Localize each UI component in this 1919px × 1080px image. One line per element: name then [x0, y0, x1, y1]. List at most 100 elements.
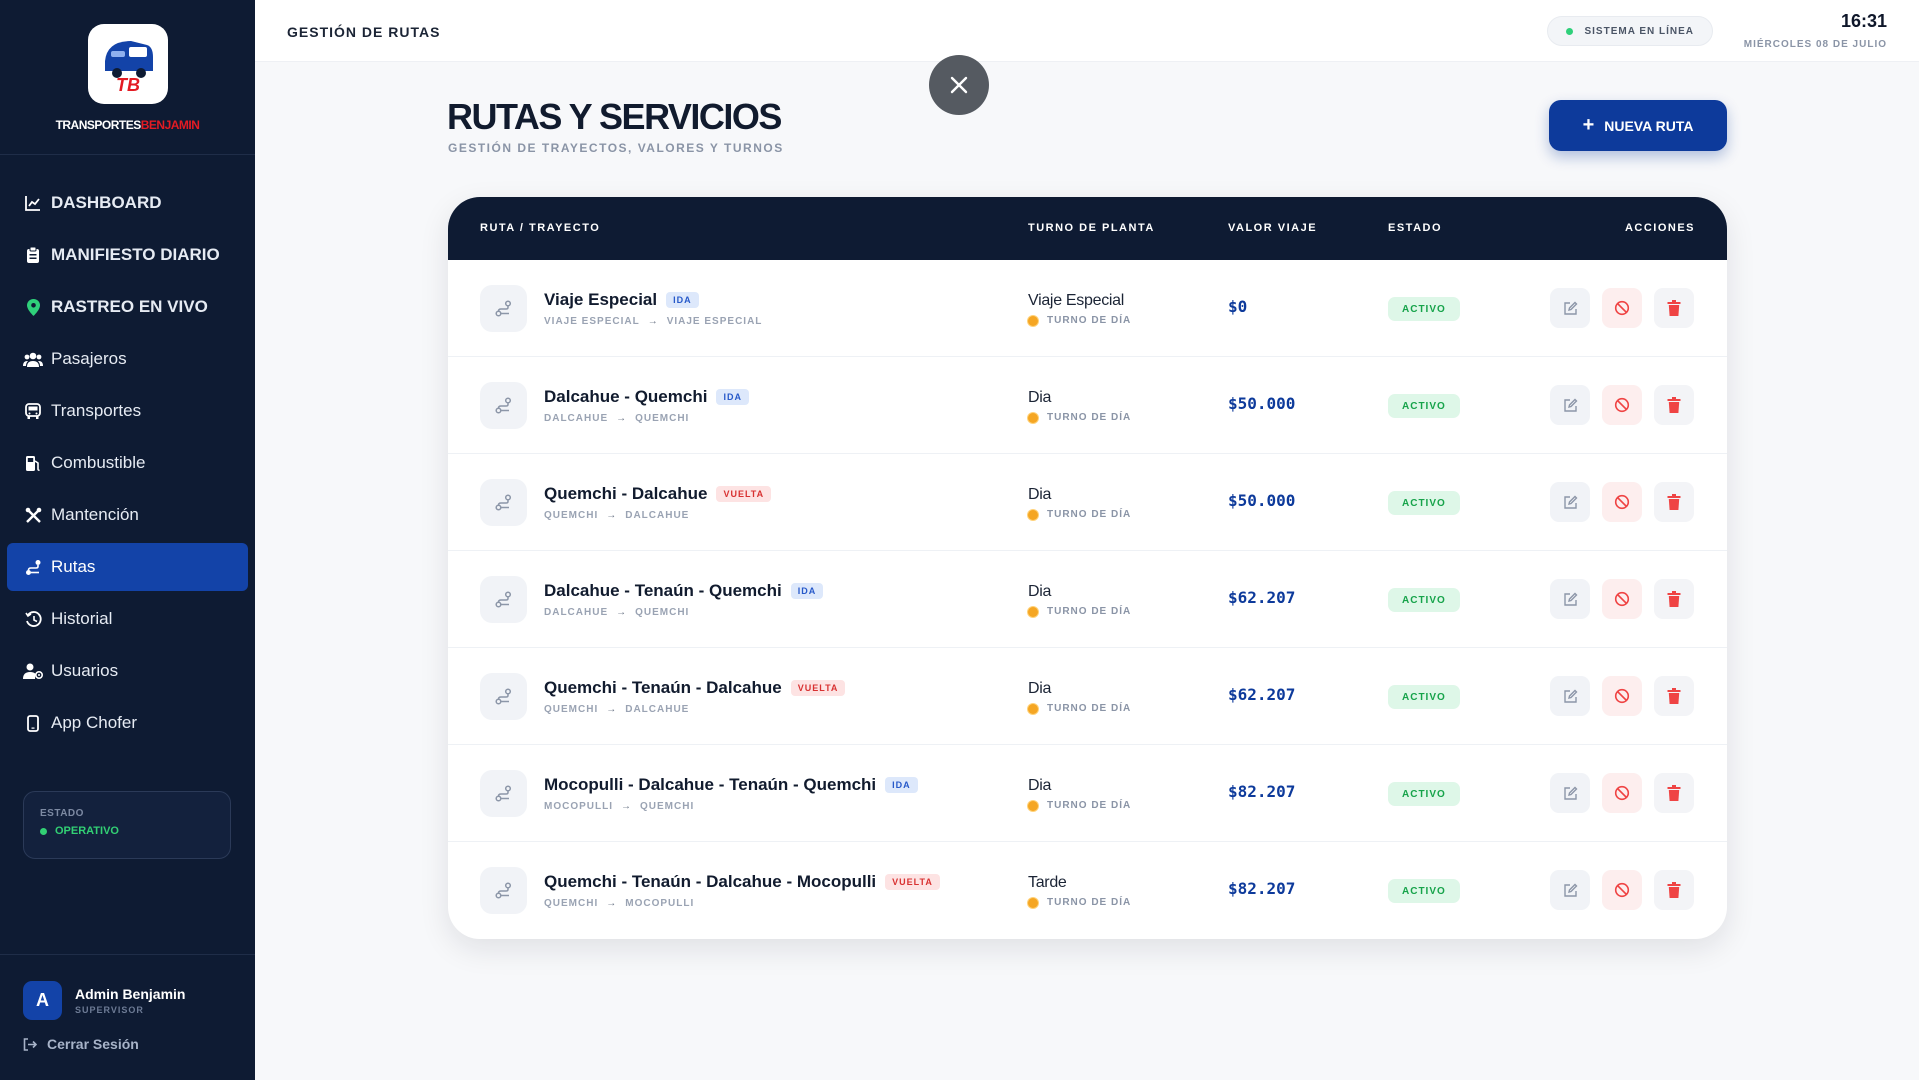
sidebar-item-manifiesto[interactable]: MANIFIESTO DIARIO: [7, 231, 248, 279]
disable-button[interactable]: [1602, 385, 1642, 425]
trip-value: $50.000: [1228, 394, 1296, 413]
edit-icon: [1563, 398, 1577, 412]
delete-button[interactable]: [1654, 482, 1694, 522]
sidebar-item-rutas[interactable]: Rutas: [7, 543, 248, 591]
sidebar-item-historial[interactable]: Historial: [7, 595, 248, 643]
arrow-right-icon: →: [606, 704, 618, 715]
disable-button[interactable]: [1602, 773, 1642, 813]
delete-button[interactable]: [1654, 773, 1694, 813]
users-icon: [23, 349, 43, 369]
disable-button[interactable]: [1602, 482, 1642, 522]
shift-detail: TURNO DE DÍA: [1028, 315, 1131, 326]
shift-detail: TURNO DE DÍA: [1028, 703, 1131, 714]
status-badge: ACTIVO: [1388, 394, 1460, 418]
arrow-right-icon: →: [616, 607, 628, 618]
sidebar-item-dashboard[interactable]: DASHBOARD: [7, 179, 248, 227]
trip-value: $82.207: [1228, 879, 1296, 898]
trash-icon: [1667, 300, 1681, 316]
delete-button[interactable]: [1654, 676, 1694, 716]
delete-button[interactable]: [1654, 385, 1694, 425]
status-badge: ACTIVO: [1388, 685, 1460, 709]
user-role: SUPERVISOR: [75, 1005, 144, 1015]
sidebar-item-label: Mantención: [51, 505, 139, 524]
table-row[interactable]: Quemchi - Dalcahue VUELTA QUEMCHI → DALCAHU…: [448, 454, 1727, 551]
logo[interactable]: TB: [87, 24, 168, 104]
route-icon: [480, 867, 527, 914]
row-actions: [1550, 579, 1694, 619]
shift-detail: TURNO DE DÍA: [1028, 606, 1131, 617]
disable-button[interactable]: [1602, 676, 1642, 716]
edit-button[interactable]: [1550, 288, 1590, 328]
direction-badge: IDA: [790, 583, 824, 599]
table-row[interactable]: Dalcahue - Quemchi IDA DALCAHUE → QUEMCHI D…: [448, 357, 1727, 454]
shift-name: Dia: [1028, 680, 1052, 697]
route-name: Mocopulli - Dalcahue - Tenaún - Quemchi I…: [544, 775, 918, 795]
ban-icon: [1614, 882, 1630, 898]
sidebar-item-mantencion[interactable]: Mantención: [7, 491, 248, 539]
sidebar-item-usuarios[interactable]: Usuarios: [7, 647, 248, 695]
sidebar-nav: DASHBOARD MANIFIESTO DIARIO RASTREO EN V…: [0, 179, 255, 747]
delete-button[interactable]: [1654, 579, 1694, 619]
fuel-pump-icon: [23, 453, 43, 473]
direction-badge: VUELTA: [790, 680, 846, 696]
avatar: A: [23, 981, 62, 1020]
edit-button[interactable]: [1550, 676, 1590, 716]
ban-icon: [1614, 397, 1630, 413]
column-header-value: VALOR VIAJE: [1228, 222, 1318, 234]
edit-button[interactable]: [1550, 579, 1590, 619]
user-panel: A Admin Benjamin SUPERVISOR Cerrar Sesió…: [0, 954, 255, 1080]
shift-name: Dia: [1028, 777, 1052, 794]
ban-icon: [1614, 688, 1630, 704]
delete-button[interactable]: [1654, 870, 1694, 910]
edit-icon: [1563, 301, 1577, 315]
edit-button[interactable]: [1550, 870, 1590, 910]
table-row[interactable]: Quemchi - Tenaún - Dalcahue VUELTA QUEMCH…: [448, 648, 1727, 745]
route-icon: [480, 479, 527, 526]
disable-button[interactable]: [1602, 579, 1642, 619]
delete-button[interactable]: [1654, 288, 1694, 328]
clipboard-icon: [23, 245, 43, 265]
sun-icon: [1028, 606, 1038, 617]
arrow-right-icon: →: [621, 801, 632, 812]
shift-detail: TURNO DE DÍA: [1028, 412, 1131, 423]
sidebar-item-transportes[interactable]: Transportes: [7, 387, 248, 435]
trash-icon: [1667, 397, 1681, 413]
logout-button[interactable]: Cerrar Sesión: [23, 1036, 232, 1052]
trip-value: $62.207: [1228, 588, 1296, 607]
route-path: DALCAHUE → QUEMCHI: [544, 607, 690, 618]
sidebar-item-rastreo[interactable]: RASTREO EN VIVO: [7, 283, 248, 331]
table-row[interactable]: Quemchi - Tenaún - Dalcahue - Mocopulli V…: [448, 842, 1727, 939]
arrow-right-icon: →: [606, 898, 618, 909]
sidebar-item-app-chofer[interactable]: App Chofer: [7, 699, 248, 747]
status-badge: ACTIVO: [1388, 588, 1460, 612]
plus-icon: +: [1582, 114, 1595, 136]
shift-name: Dia: [1028, 389, 1052, 406]
table-row[interactable]: Viaje Especial IDA VIAJE ESPECIAL → VIAJE E…: [448, 260, 1727, 357]
close-button[interactable]: [929, 55, 989, 115]
table-header: RUTA / TRAYECTO TURNO DE PLANTA VALOR VI…: [448, 197, 1727, 260]
row-actions: [1550, 676, 1694, 716]
page-subtitle: GESTIÓN DE TRAYECTOS, VALORES Y TURNOS: [448, 141, 784, 155]
new-route-button[interactable]: + NUEVA RUTA: [1549, 100, 1727, 151]
edit-button[interactable]: [1550, 482, 1590, 522]
arrow-right-icon: →: [616, 413, 628, 424]
sidebar-item-combustible[interactable]: Combustible: [7, 439, 248, 487]
edit-button[interactable]: [1550, 385, 1590, 425]
sidebar-item-pasajeros[interactable]: Pasajeros: [7, 335, 248, 383]
route-name: Quemchi - Dalcahue VUELTA: [544, 484, 772, 504]
table-row[interactable]: Dalcahue - Tenaún - Quemchi IDA DALCAHUE →…: [448, 551, 1727, 648]
bus-logo-icon: TB: [98, 35, 157, 95]
table-row[interactable]: Mocopulli - Dalcahue - Tenaún - Quemchi I…: [448, 745, 1727, 842]
ban-icon: [1614, 300, 1630, 316]
user-profile[interactable]: A Admin Benjamin SUPERVISOR: [23, 981, 232, 1020]
ban-icon: [1614, 591, 1630, 607]
edit-button[interactable]: [1550, 773, 1590, 813]
routes-table: RUTA / TRAYECTO TURNO DE PLANTA VALOR VI…: [448, 197, 1727, 939]
trash-icon: [1667, 688, 1681, 704]
direction-badge: VUELTA: [716, 486, 772, 502]
disable-button[interactable]: [1602, 288, 1642, 328]
disable-button[interactable]: [1602, 870, 1642, 910]
table-body: Viaje Especial IDA VIAJE ESPECIAL → VIAJE E…: [448, 260, 1727, 939]
trash-icon: [1667, 591, 1681, 607]
arrow-right-icon: →: [647, 316, 659, 327]
